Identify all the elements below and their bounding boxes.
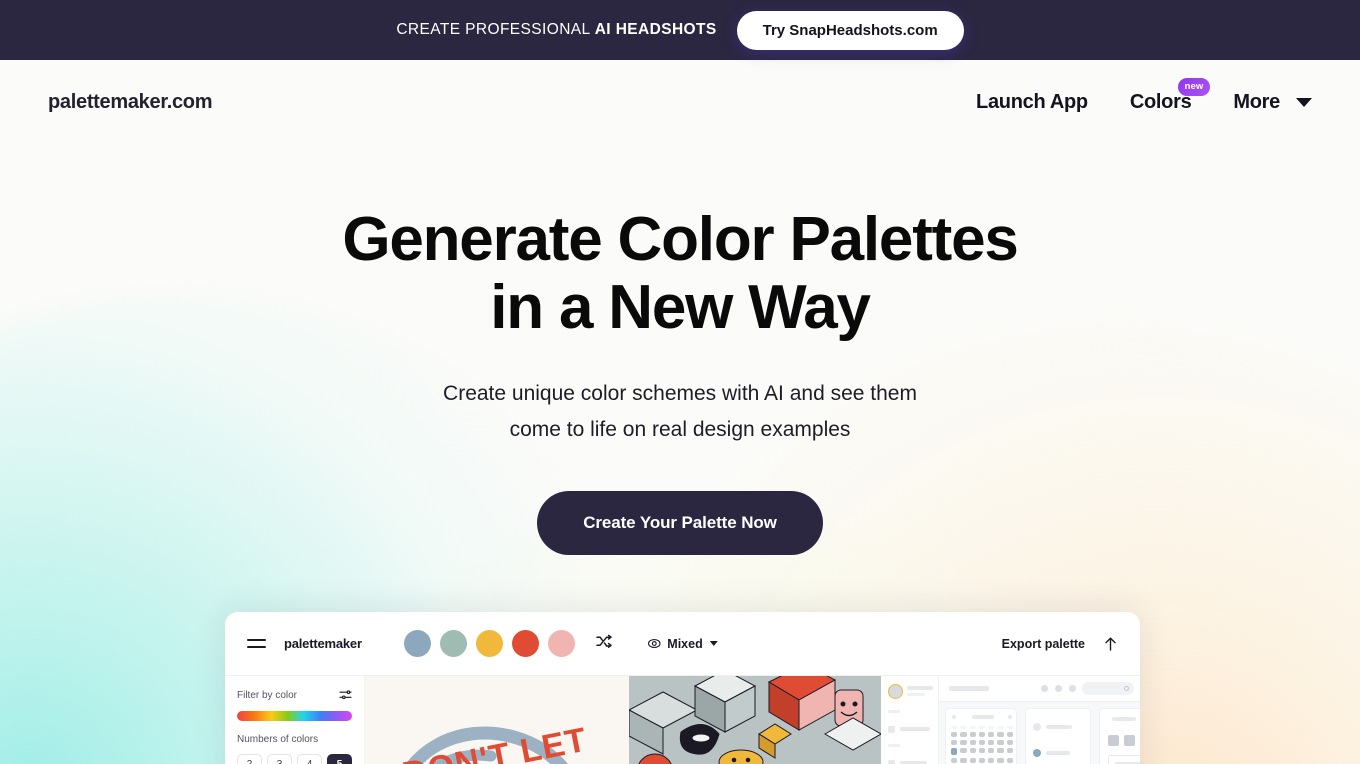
hero-subtitle-line1: Create unique color schemes with AI and … [443,382,917,406]
welcome-title-placeholder [949,686,989,691]
chevron-down-icon[interactable] [709,641,718,646]
arrow-up-icon [1105,637,1116,651]
sidebar-item-dashboard[interactable] [900,727,930,731]
palette-swatch-row [403,630,613,657]
settings-icon [1033,749,1041,757]
promo-banner-text-normal: CREATE PROFESSIONAL [396,21,595,38]
promo-banner-text: CREATE PROFESSIONAL AI HEADSHOTS [396,21,716,39]
poster-preview-panel[interactable]: DON'T LET the [365,676,629,764]
swatch-sage-green[interactable] [439,630,467,657]
site-logo[interactable]: palettemaker.com [48,91,212,114]
isometric-illustration-panel[interactable] [629,676,881,764]
color-count-5[interactable]: 5 [327,754,352,764]
user-role-placeholder [907,693,925,696]
color-count-3[interactable]: 3 [267,754,292,764]
home-icon [888,726,895,733]
booking-card [1099,708,1140,764]
app-preview-window: palettemaker Mixed Export palette Filter… [225,612,1140,764]
numbers-of-colors-label: Numbers of colors [237,734,319,745]
filter-by-color-label: Filter by color [237,689,298,701]
chevron-down-icon[interactable] [1296,97,1312,107]
select-user-dropdown[interactable] [1108,755,1140,764]
nav-link-colors[interactable]: Colors new [1130,77,1211,114]
shuffle-icon[interactable] [596,634,613,654]
palette-mode-select[interactable]: Mixed [647,636,718,651]
sidebar-section-label [888,710,900,713]
app-brand-label: palettemaker [284,636,362,651]
dashboard-topbar [939,676,1140,702]
filter-header-row: Filter by color [237,689,352,701]
promo-banner-text-bold: AI HEADSHOTS [594,21,717,38]
filter-panel: Filter by color Numbers of colors 2 3 4 … [225,676,365,764]
date-strip [1108,735,1140,746]
hamburger-menu-icon[interactable] [247,638,266,649]
app-body: Filter by color Numbers of colors 2 3 4 … [225,676,1140,764]
menu-item-settings[interactable] [1046,751,1070,755]
nav-link-more-label: More [1233,90,1280,113]
palette-mode-label: Mixed [667,636,703,651]
search-icon [1124,686,1129,691]
promo-banner: CREATE PROFESSIONAL AI HEADSHOTS Try Sna… [0,0,1360,60]
color-count-4[interactable]: 4 [297,754,322,764]
notification-icon[interactable] [1041,685,1048,692]
swatch-blue-gray[interactable] [403,630,431,657]
calendar-card [945,708,1017,764]
app-toolbar: palettemaker Mixed Export palette [225,612,1140,676]
dashboard-preview-panel[interactable] [881,676,1140,764]
export-palette-label: Export palette [1001,636,1085,651]
swatch-red-orange[interactable] [511,630,539,657]
dashboard-sidebar [881,676,939,764]
sidebar-section-label-2 [888,744,900,747]
hero-subtitle: Create unique color schemes with AI and … [0,376,1360,448]
user-name-placeholder [907,686,933,690]
color-count-2[interactable]: 2 [237,754,262,764]
hero-title-line1: Generate Color Palettes [342,205,1019,274]
menu-item-account[interactable] [1046,725,1072,729]
poster-lettering-artwork: DON'T LET the [399,721,590,764]
color-count-buttons: 2 3 4 5 [237,754,352,764]
account-icon [1033,723,1041,731]
nav-links: Launch App Colors new More [976,77,1312,114]
main-navigation: palettemaker.com Launch App Colors new M… [0,60,1360,144]
tab-dates[interactable] [1112,717,1136,721]
swatch-golden-yellow[interactable] [475,630,503,657]
toolbar-right-group: Export palette [1002,636,1118,652]
new-badge: new [1177,77,1211,96]
avatar [888,684,903,699]
calendar-icon [888,760,895,764]
calendar-prev-button[interactable] [952,715,956,719]
messages-icon[interactable] [1055,685,1062,692]
sliders-icon [339,690,352,700]
hero-subtitle-line2: come to life on real design examples [509,418,851,442]
nav-link-launch-app[interactable]: Launch App [976,91,1088,114]
try-snapheadshots-button[interactable]: Try SnapHeadshots.com [736,10,964,50]
swatch-pale-pink[interactable] [547,630,575,657]
isometric-artwork [629,676,881,764]
nav-link-launch-app-label: Launch App [976,90,1088,113]
page-title: Generate Color Palettes in a New Way [0,205,1360,343]
eye-icon [647,638,661,649]
calendar-grid [951,726,1013,763]
calendar-month-label [972,715,994,719]
account-menu-card [1025,708,1091,764]
hero-section: Generate Color Palettes in a New Way Cre… [0,144,1360,555]
apps-icon[interactable] [1069,685,1076,692]
nav-link-more[interactable]: More [1233,91,1312,114]
calendar-next-button[interactable] [1008,715,1012,719]
color-spectrum-slider[interactable] [237,711,352,721]
create-palette-button[interactable]: Create Your Palette Now [537,490,823,555]
export-palette-button[interactable]: Export palette [1002,636,1118,652]
hero-title-line2: in a New Way [490,273,871,343]
